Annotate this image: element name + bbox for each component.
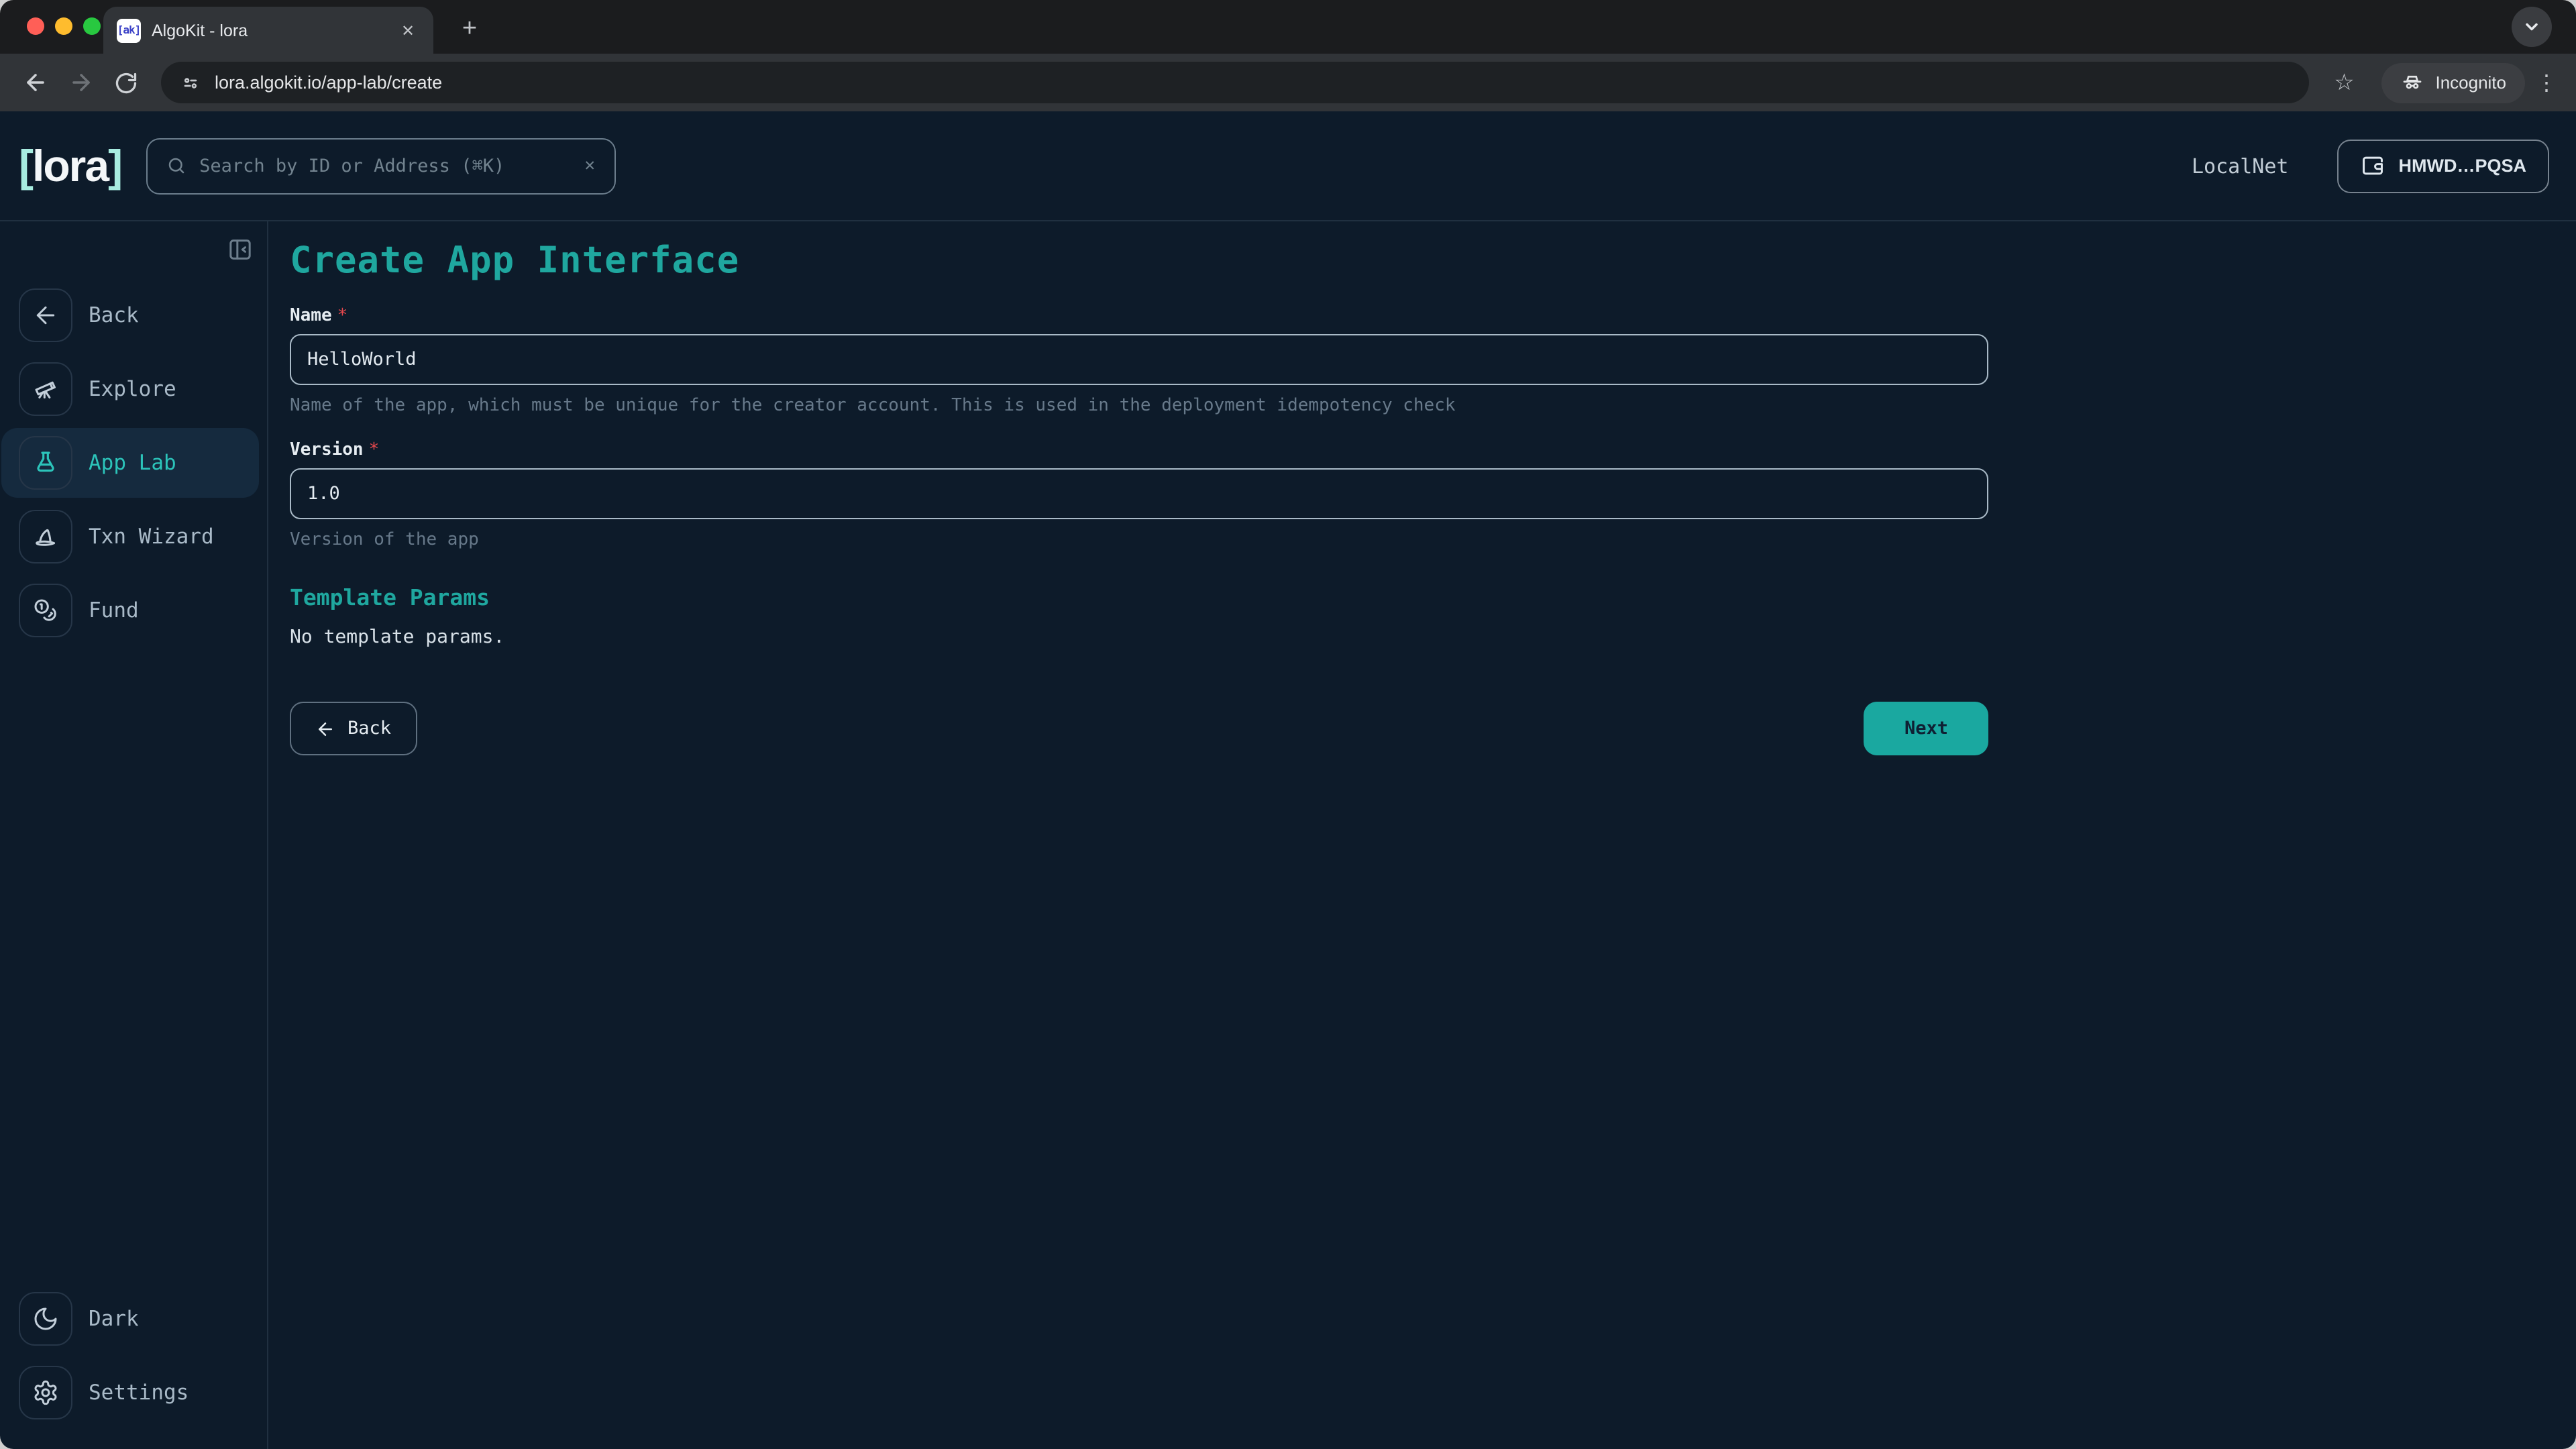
lora-logo[interactable]: [lora] — [19, 140, 121, 191]
sidebar-item-label: Explore — [89, 377, 176, 401]
browser-menu-icon[interactable]: ⋮ — [2533, 69, 2560, 96]
search-placeholder: Search by ID or Address (⌘K) — [199, 155, 571, 176]
create-app-form: Name* Name of the app, which must be uni… — [290, 306, 1988, 755]
url-text: lora.algokit.io/app-lab/create — [215, 72, 442, 93]
version-field-label: Version* — [290, 440, 1988, 460]
wizard-hat-icon — [19, 510, 72, 564]
forward-icon[interactable] — [62, 64, 99, 101]
theme-toggle-dark[interactable]: Dark — [0, 1284, 267, 1354]
sidebar-item-label: Txn Wizard — [89, 525, 214, 549]
lora-app: [lora] Search by ID or Address (⌘K) ✕ Lo… — [0, 111, 2576, 1449]
tab-search-chevron-icon[interactable] — [2512, 7, 2552, 47]
new-tab-button[interactable]: + — [453, 13, 486, 46]
gear-icon — [19, 1366, 72, 1419]
sidebar-nav: Back Explore — [0, 280, 267, 645]
theme-label: Dark — [89, 1307, 139, 1331]
name-field-label: Name* — [290, 306, 1988, 326]
url-bar[interactable]: lora.algokit.io/app-lab/create — [161, 62, 2309, 103]
sidebar-item-back[interactable]: Back — [0, 280, 267, 350]
template-params-empty-text: No template params. — [290, 627, 1988, 648]
sidebar-item-label: Fund — [89, 598, 139, 623]
next-button[interactable]: Next — [1864, 702, 1988, 755]
incognito-badge: Incognito — [2381, 62, 2525, 103]
arrow-left-icon — [315, 718, 335, 739]
name-field-helper: Name of the app, which must be unique fo… — [290, 396, 1988, 416]
wallet-address: HMWD…PQSA — [2399, 156, 2527, 176]
search-icon — [166, 156, 186, 176]
tab-favicon: [ak] — [117, 18, 141, 42]
tab-strip: [ak] AlgoKit - lora ✕ + — [0, 0, 2576, 54]
browser-window: [ak] AlgoKit - lora ✕ + — [0, 0, 2576, 1449]
sidebar-footer: Dark Settings — [0, 1284, 267, 1449]
incognito-label: Incognito — [2435, 72, 2506, 93]
sidebar: Back Explore — [0, 221, 268, 1449]
app-header: [lora] Search by ID or Address (⌘K) ✕ Lo… — [0, 111, 2576, 221]
sidebar-collapse-icon[interactable] — [225, 235, 255, 264]
sidebar-item-settings[interactable]: Settings — [0, 1358, 267, 1428]
window-controls[interactable] — [27, 17, 101, 35]
sidebar-item-app-lab[interactable]: App Lab — [0, 428, 267, 498]
tab-close-icon[interactable]: ✕ — [396, 18, 420, 42]
sidebar-item-label: Back — [89, 303, 139, 327]
form-actions: Back Next — [290, 702, 1988, 755]
search-clear-icon[interactable]: ✕ — [584, 156, 595, 176]
tab-title: AlgoKit - lora — [152, 21, 385, 40]
zoom-window-button[interactable] — [83, 17, 101, 35]
close-window-button[interactable] — [27, 17, 44, 35]
app-body: Back Explore — [0, 221, 2576, 1449]
template-params-heading: Template Params — [290, 585, 1988, 610]
browser-toolbar: lora.algokit.io/app-lab/create ☆ Incogni… — [0, 54, 2576, 111]
back-button-label: Back — [347, 718, 391, 739]
version-field-helper: Version of the app — [290, 530, 1988, 550]
main-content: Create App Interface Name* Name of the a… — [268, 221, 2576, 1449]
screen: [ak] AlgoKit - lora ✕ + — [0, 0, 2576, 1449]
sidebar-item-txn-wizard[interactable]: Txn Wizard — [0, 502, 267, 572]
network-label: LocalNet — [2192, 154, 2289, 178]
page-title: Create App Interface — [290, 240, 2576, 282]
back-button[interactable]: Back — [290, 702, 417, 755]
sidebar-item-label: App Lab — [89, 451, 176, 475]
arrow-left-icon — [19, 288, 72, 342]
browser-tab[interactable]: [ak] AlgoKit - lora ✕ — [103, 7, 433, 54]
coins-icon — [19, 584, 72, 637]
reload-icon[interactable] — [107, 64, 145, 101]
wallet-button[interactable]: HMWD…PQSA — [2337, 139, 2550, 193]
search-input[interactable]: Search by ID or Address (⌘K) ✕ — [146, 138, 615, 194]
telescope-icon — [19, 362, 72, 416]
sidebar-item-explore[interactable]: Explore — [0, 354, 267, 424]
wallet-icon — [2360, 153, 2385, 178]
back-icon[interactable] — [16, 64, 54, 101]
moon-icon — [19, 1292, 72, 1346]
minimize-window-button[interactable] — [55, 17, 72, 35]
bookmark-star-icon[interactable]: ☆ — [2325, 64, 2363, 101]
flask-icon — [19, 436, 72, 490]
required-asterisk: * — [337, 306, 348, 326]
version-field[interactable] — [290, 468, 1988, 519]
sidebar-item-fund[interactable]: Fund — [0, 576, 267, 645]
name-field[interactable] — [290, 334, 1988, 385]
site-info-icon[interactable] — [180, 72, 201, 93]
required-asterisk: * — [369, 440, 380, 460]
settings-label: Settings — [89, 1381, 189, 1405]
